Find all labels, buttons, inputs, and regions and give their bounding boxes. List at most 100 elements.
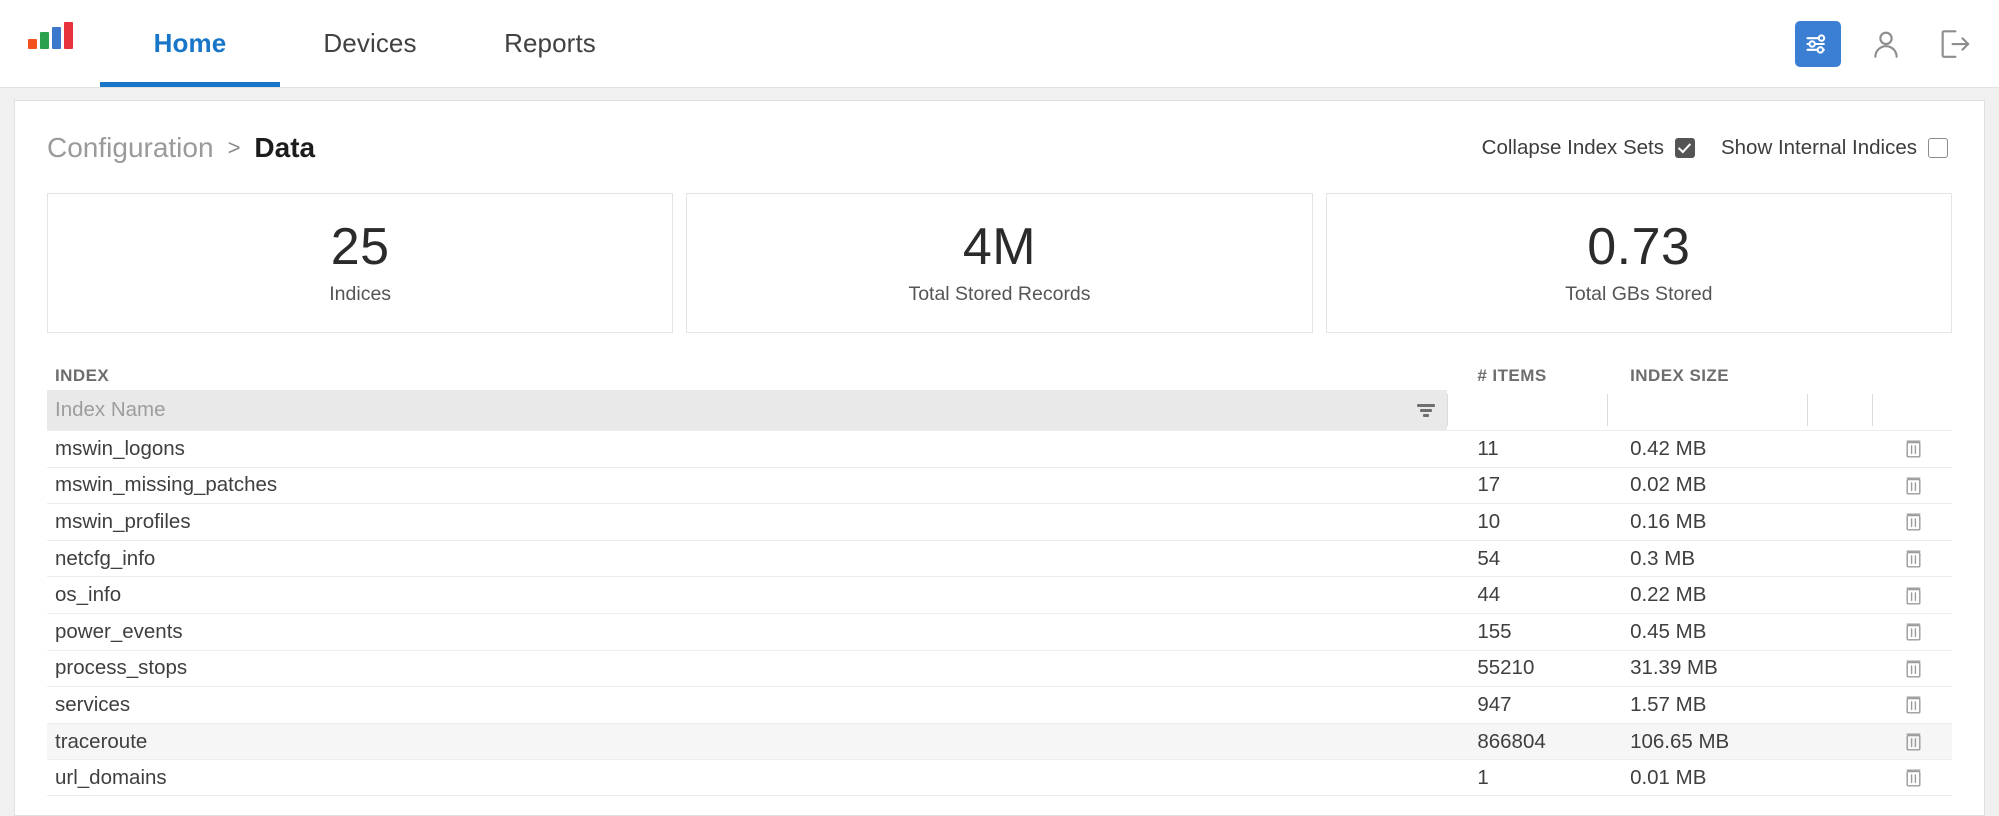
filter-divider-items bbox=[1447, 390, 1607, 430]
page-background: Configuration > Data Collapse Index Sets… bbox=[0, 88, 1999, 816]
table-row[interactable]: process_stops 55210 31.39 MB bbox=[47, 649, 1952, 687]
stat-indices-value: 25 bbox=[330, 217, 390, 276]
cell-actions bbox=[1876, 658, 1952, 679]
logout-button[interactable] bbox=[1931, 21, 1977, 67]
column-header-index-size[interactable]: INDEX SIZE bbox=[1623, 366, 1814, 386]
stat-indices-label: Indices bbox=[329, 283, 392, 306]
delete-index-button[interactable] bbox=[1904, 475, 1923, 496]
toggle-group: Collapse Index Sets Show Internal Indice… bbox=[1482, 136, 1952, 160]
cell-item-count: 55210 bbox=[1477, 656, 1535, 680]
cell-index-name: mswin_profiles bbox=[55, 509, 191, 533]
cell-index-size: 0.16 MB bbox=[1630, 509, 1707, 533]
cell-actions bbox=[1876, 438, 1952, 459]
table-row[interactable]: services 947 1.57 MB bbox=[47, 686, 1952, 723]
cell-index-size: 0.45 MB bbox=[1630, 619, 1707, 643]
cell-actions bbox=[1876, 475, 1952, 496]
column-header-index[interactable]: INDEX bbox=[47, 366, 1470, 386]
cell-item-count: 44 bbox=[1477, 583, 1501, 607]
delete-index-button[interactable] bbox=[1904, 438, 1923, 459]
cell-actions bbox=[1876, 731, 1952, 752]
table-row[interactable]: power_events 155 0.45 MB bbox=[47, 612, 1952, 650]
user-account-button[interactable] bbox=[1863, 21, 1909, 67]
cell-index-name: traceroute bbox=[55, 729, 148, 753]
show-internal-indices-checkbox[interactable] bbox=[1928, 138, 1948, 158]
cell-item-count: 155 bbox=[1477, 619, 1512, 643]
filter-divider-actions bbox=[1872, 390, 1952, 430]
delete-index-button[interactable] bbox=[1904, 621, 1923, 642]
cell-index-size: 0.01 MB bbox=[1630, 765, 1707, 789]
stat-records-value: 4M bbox=[962, 217, 1037, 276]
table-row[interactable]: os_info 44 0.22 MB bbox=[47, 576, 1952, 613]
table-row[interactable]: traceroute 866804 106.65 MB bbox=[47, 722, 1952, 760]
delete-trash-icon bbox=[1906, 477, 1921, 495]
cell-actions bbox=[1876, 548, 1952, 569]
cell-index-name: url_domains bbox=[55, 765, 167, 789]
delete-trash-icon bbox=[1906, 513, 1921, 531]
cell-index-name: mswin_logons bbox=[55, 436, 185, 460]
breadcrumb-configuration[interactable]: Configuration bbox=[47, 132, 214, 164]
tab-home[interactable]: Home bbox=[100, 0, 280, 87]
table-row[interactable]: netcfg_info 54 0.3 MB bbox=[47, 539, 1952, 577]
delete-index-button[interactable] bbox=[1904, 694, 1923, 715]
column-header-items[interactable]: # ITEMS bbox=[1470, 366, 1623, 386]
cell-index-name: power_events bbox=[55, 619, 183, 643]
logo-bars-icon bbox=[27, 22, 73, 49]
user-account-icon bbox=[1874, 31, 1898, 58]
delete-index-button[interactable] bbox=[1904, 585, 1923, 606]
table-row[interactable]: url_domains 1 0.01 MB bbox=[47, 759, 1952, 796]
delete-index-button[interactable] bbox=[1904, 658, 1923, 679]
content-card: Configuration > Data Collapse Index Sets… bbox=[14, 100, 1985, 816]
tab-devices[interactable]: Devices bbox=[280, 0, 460, 87]
settings-sliders-button[interactable] bbox=[1795, 20, 1841, 67]
settings-sliders-icon bbox=[1806, 33, 1826, 54]
index-filter-cell[interactable] bbox=[47, 390, 1447, 430]
delete-trash-icon bbox=[1906, 733, 1921, 751]
delete-trash-icon bbox=[1906, 660, 1921, 678]
cell-index-name: process_stops bbox=[55, 656, 188, 680]
cell-index-name: mswin_missing_patches bbox=[55, 473, 278, 497]
toggle-collapse-index-sets[interactable]: Collapse Index Sets bbox=[1482, 136, 1695, 160]
filter-divider-size bbox=[1607, 390, 1807, 430]
table-filter-row bbox=[47, 390, 1952, 430]
table-row[interactable]: mswin_logons 11 0.42 MB bbox=[47, 430, 1952, 467]
stat-card-total-stored-records: 4M Total Stored Records bbox=[686, 193, 1313, 333]
filter-divider-pad bbox=[1807, 390, 1872, 430]
logout-icon bbox=[1941, 29, 1970, 58]
toggle-show-internal-indices[interactable]: Show Internal Indices bbox=[1721, 136, 1948, 160]
breadcrumb-current-data: Data bbox=[254, 132, 316, 163]
stat-card-indices: 25 Indices bbox=[47, 193, 674, 333]
top-navigation-bar: Home Devices Reports bbox=[0, 0, 1999, 88]
collapse-index-sets-checkbox[interactable] bbox=[1674, 138, 1695, 158]
cell-index-name: services bbox=[55, 692, 131, 716]
filter-funnel-icon[interactable] bbox=[1415, 401, 1437, 419]
delete-index-button[interactable] bbox=[1904, 511, 1923, 532]
table-row[interactable]: mswin_profiles 10 0.16 MB bbox=[47, 503, 1952, 540]
delete-trash-icon bbox=[1906, 696, 1921, 714]
breadcrumb-separator: > bbox=[227, 135, 241, 160]
index-name-filter-input[interactable] bbox=[55, 398, 1415, 422]
summary-stat-cards: 25 Indices 4M Total Stored Records 0.73 … bbox=[47, 193, 1952, 333]
stat-gbs-value: 0.73 bbox=[1587, 217, 1691, 276]
app-logo[interactable] bbox=[0, 0, 100, 87]
cell-item-count: 17 bbox=[1477, 473, 1501, 497]
tab-devices-label: Devices bbox=[323, 28, 417, 58]
delete-index-button[interactable] bbox=[1904, 767, 1923, 788]
table-row[interactable]: mswin_missing_patches 17 0.02 MB bbox=[47, 466, 1952, 504]
stat-records-label: Total Stored Records bbox=[908, 283, 1091, 306]
cell-index-size: 1.57 MB bbox=[1630, 692, 1707, 716]
cell-actions bbox=[1876, 621, 1952, 642]
tab-reports[interactable]: Reports bbox=[460, 0, 640, 87]
delete-index-button[interactable] bbox=[1904, 548, 1923, 569]
toggle-collapse-index-sets-label: Collapse Index Sets bbox=[1481, 136, 1664, 159]
cell-actions bbox=[1876, 511, 1952, 532]
nav-tabs: Home Devices Reports bbox=[100, 0, 640, 87]
delete-index-button[interactable] bbox=[1904, 731, 1923, 752]
cell-index-name: os_info bbox=[55, 583, 122, 607]
filter-column-dividers bbox=[1447, 390, 1952, 430]
cell-item-count: 11 bbox=[1477, 436, 1499, 460]
cell-item-count: 54 bbox=[1477, 546, 1501, 570]
delete-trash-icon bbox=[1906, 550, 1921, 568]
cell-index-size: 31.39 MB bbox=[1630, 656, 1718, 680]
cell-item-count: 947 bbox=[1477, 692, 1512, 716]
tab-home-label: Home bbox=[153, 28, 227, 58]
